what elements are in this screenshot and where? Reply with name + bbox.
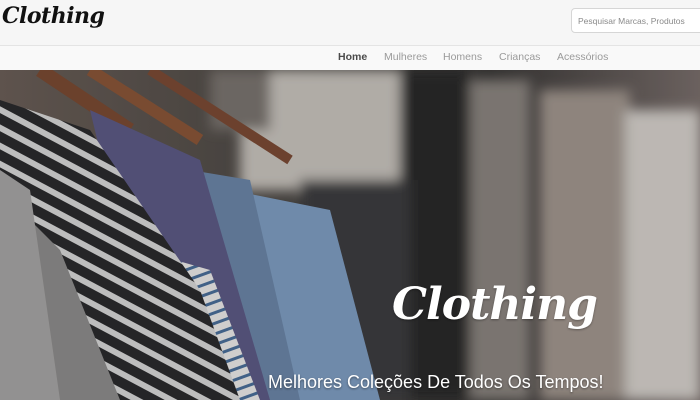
nav-item-acessorios[interactable]: Acessórios (557, 51, 608, 63)
hero-banner: Clothing Melhores Coleções De Todos Os T… (0, 70, 700, 400)
hero-brand-logo: Clothing (392, 279, 598, 330)
nav-item-homens[interactable]: Homens (443, 51, 482, 63)
nav-item-mulheres[interactable]: Mulheres (384, 51, 427, 63)
brand-logo[interactable]: Clothing (2, 3, 105, 29)
nav-item-criancas[interactable]: Crianças (499, 51, 540, 63)
top-header: Clothing (0, 0, 700, 46)
hero-clothes-image (0, 70, 700, 400)
nav-item-home[interactable]: Home (338, 51, 367, 63)
search-input[interactable] (571, 8, 700, 33)
hero-tagline: Melhores Coleções De Todos Os Tempos! (268, 372, 604, 392)
main-nav: Home Mulheres Homens Crianças Acessórios (0, 46, 700, 70)
